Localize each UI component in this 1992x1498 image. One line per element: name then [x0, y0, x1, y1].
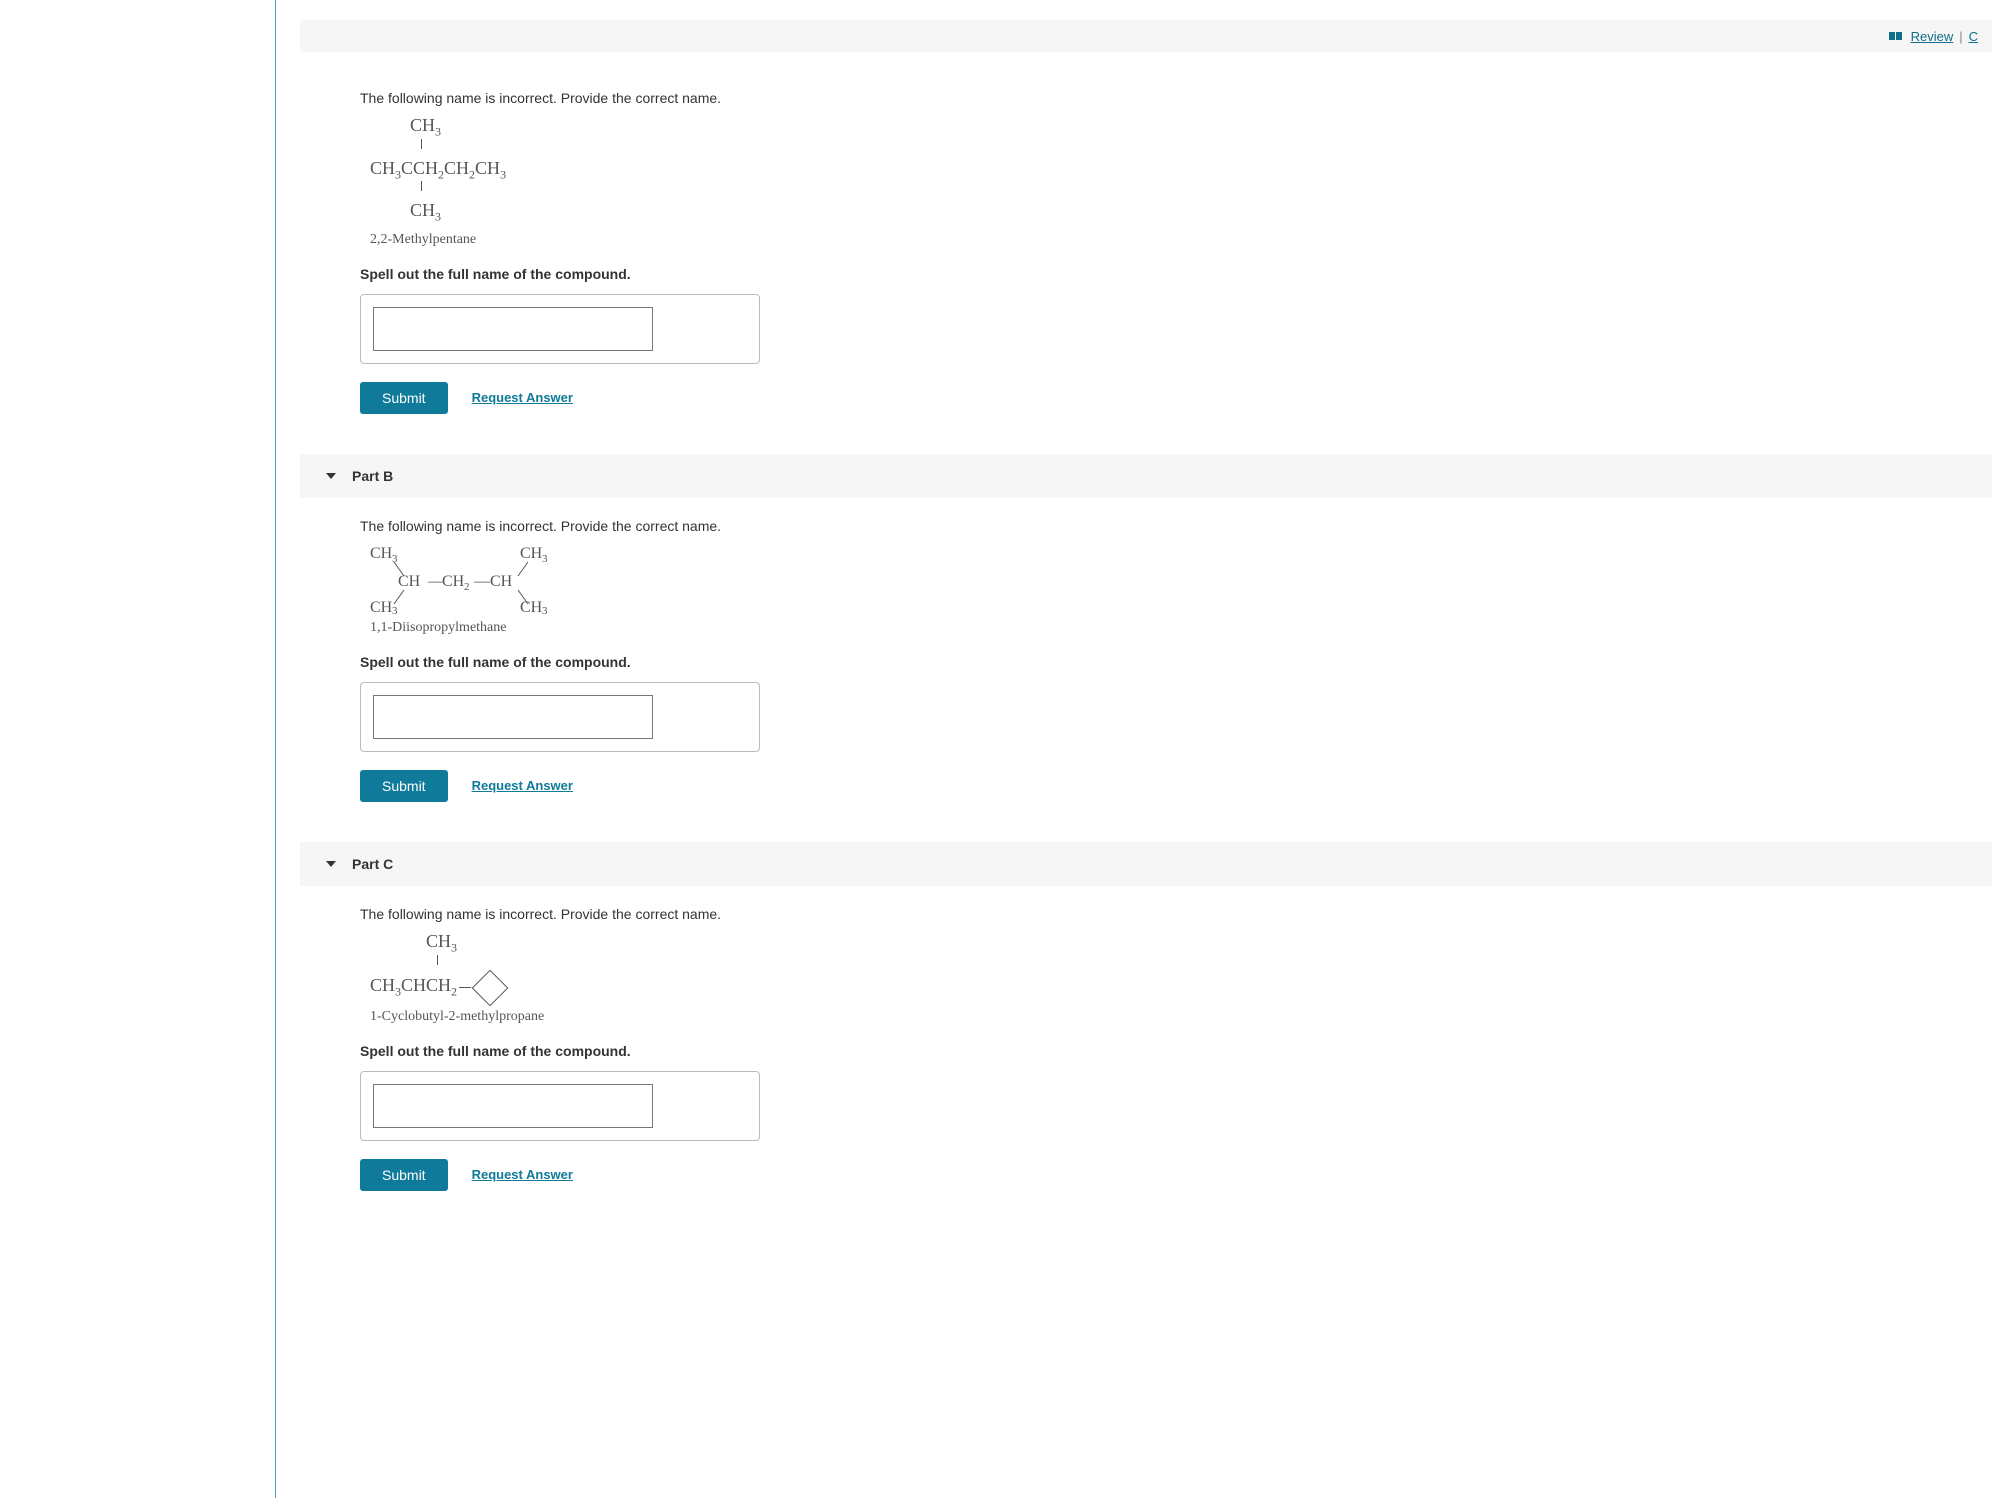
part-c-structure: CH3 CH3CHCH2	[370, 932, 1932, 1001]
part-a-structure: CH3 CH3CCH2CH2CH3 CH3	[370, 116, 1932, 224]
part-b-instruction: Spell out the full name of the compound.	[360, 654, 1932, 670]
svg-text:CH: CH	[490, 573, 513, 590]
chevron-down-icon	[326, 473, 336, 479]
part-c: Part C The following name is incorrect. …	[300, 842, 1992, 1221]
book-icon	[1889, 32, 1903, 40]
part-b-prompt: The following name is incorrect. Provide…	[360, 518, 1932, 534]
part-c-caption: 1-Cyclobutyl-2-methylpropane	[370, 1009, 1932, 1025]
svg-text:2: 2	[464, 581, 470, 593]
part-a-request-answer-link[interactable]: Request Answer	[472, 390, 573, 405]
part-a-caption: 2,2-Methylpentane	[370, 232, 1932, 248]
svg-text:CH: CH	[370, 599, 393, 614]
review-link[interactable]: Review	[1911, 29, 1954, 44]
svg-text:—: —	[473, 573, 491, 590]
part-b-structure: CH3 CH3 CH — CH2 — CH CH3 CH	[370, 544, 1932, 614]
part-b-title: Part B	[352, 468, 393, 484]
part-c-input-box	[360, 1071, 760, 1141]
part-a-input-box	[360, 294, 760, 364]
svg-text:CH: CH	[398, 573, 421, 590]
chevron-down-icon	[326, 861, 336, 867]
svg-text:3: 3	[542, 605, 548, 614]
part-b-request-answer-link[interactable]: Request Answer	[472, 778, 573, 793]
part-b-input-box	[360, 682, 760, 752]
part-c-prompt: The following name is incorrect. Provide…	[360, 906, 1932, 922]
part-b-answer-input[interactable]	[373, 695, 653, 739]
svg-text:CH: CH	[370, 545, 393, 562]
svg-text:CH: CH	[520, 599, 543, 614]
part-c-request-answer-link[interactable]: Request Answer	[472, 1167, 573, 1182]
part-b: Part B The following name is incorrect. …	[300, 454, 1992, 832]
part-b-submit-button[interactable]: Submit	[360, 770, 448, 802]
toolbar-strip: Review | C	[300, 20, 1992, 52]
part-c-instruction: Spell out the full name of the compound.	[360, 1043, 1932, 1059]
part-a-prompt: The following name is incorrect. Provide…	[360, 90, 1932, 106]
part-c-header[interactable]: Part C	[300, 842, 1992, 886]
part-b-header[interactable]: Part B	[300, 454, 1992, 498]
part-a-instruction: Spell out the full name of the compound.	[360, 266, 1932, 282]
left-border-rule	[275, 0, 276, 1498]
svg-text:3: 3	[392, 605, 398, 614]
part-a-answer-input[interactable]	[373, 307, 653, 351]
svg-text:CH: CH	[520, 545, 543, 562]
part-a: The following name is incorrect. Provide…	[300, 70, 1992, 444]
svg-text:3: 3	[542, 553, 548, 565]
part-c-submit-button[interactable]: Submit	[360, 1159, 448, 1191]
toolbar-divider: |	[1959, 29, 1962, 44]
part-c-answer-input[interactable]	[373, 1084, 653, 1128]
svg-text:CH: CH	[442, 573, 465, 590]
cyclobutyl-ring-icon	[472, 969, 509, 1006]
next-link[interactable]: C	[1969, 29, 1978, 44]
part-b-caption: 1,1-Diisopropylmethane	[370, 620, 1932, 636]
part-a-submit-button[interactable]: Submit	[360, 382, 448, 414]
part-c-title: Part C	[352, 856, 393, 872]
